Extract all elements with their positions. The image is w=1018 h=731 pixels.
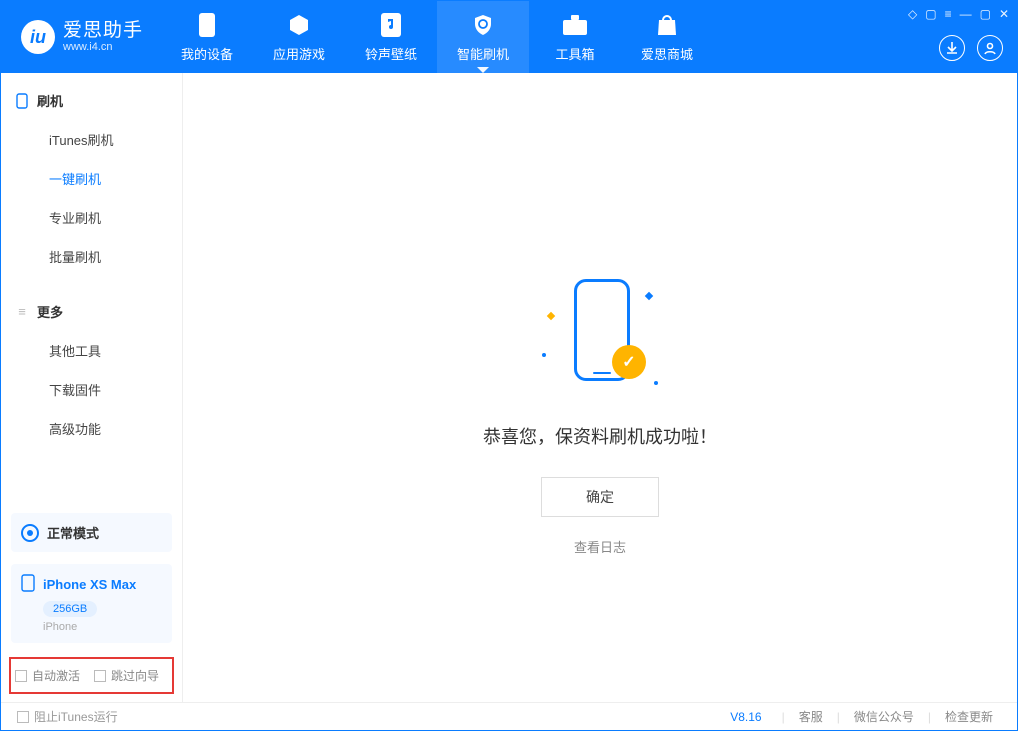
nav-label: 爱思商城 [641,44,693,63]
group-label: 刷机 [37,91,63,110]
shield-refresh-icon [470,12,496,38]
close-icon[interactable]: ✕ [999,7,1009,21]
block-itunes-checkbox[interactable]: 阻止iTunes运行 [17,708,118,725]
top-nav: 我的设备 应用游戏 铃声壁纸 智能刷机 工具箱 爱思商城 [161,1,713,73]
phone-icon [194,12,220,38]
app-logo: iu 爱思助手 www.i4.cn [1,20,161,54]
shirt-icon[interactable]: ◇ [908,7,917,21]
app-header: iu 爱思助手 www.i4.cn 我的设备 应用游戏 铃声壁纸 智能刷机 工具… [1,1,1017,73]
toolbox-icon [562,12,588,38]
device-phone-icon [21,574,35,595]
version-label: V8.16 [730,710,761,724]
nav-label: 工具箱 [556,44,595,63]
nav-label: 铃声壁纸 [365,44,417,63]
checkbox-icon [17,711,29,723]
device-storage-badge: 256GB [43,601,97,617]
window-controls: ◇ ▢ ≡ — ▢ ✕ [908,7,1009,21]
wechat-link[interactable]: 微信公众号 [846,708,922,725]
nav-ringtones[interactable]: 铃声壁纸 [345,1,437,73]
success-illustration: ✓ [540,273,660,393]
checkbox-icon [15,670,27,682]
sidebar-item-oneclick-flash[interactable]: 一键刷机 [1,159,182,198]
bag-icon [654,12,680,38]
nav-smart-flash[interactable]: 智能刷机 [437,1,529,73]
main-content: ✓ 恭喜您，保资料刷机成功啦！ 确定 查看日志 [183,73,1017,702]
user-icon[interactable] [977,35,1003,61]
nav-my-device[interactable]: 我的设备 [161,1,253,73]
nav-label: 应用游戏 [273,44,325,63]
status-bar: 阻止iTunes运行 V8.16 | 客服 | 微信公众号 | 检查更新 [1,702,1017,730]
sidebar-item-other-tools[interactable]: 其他工具 [1,331,182,370]
maximize-icon[interactable]: ▢ [980,7,991,21]
nav-label: 智能刷机 [457,44,509,63]
device-name: iPhone XS Max [43,577,136,592]
checkbox-label: 跳过向导 [111,667,159,684]
mode-indicator-icon [21,524,39,542]
group-label: 更多 [37,302,63,321]
minimize-icon[interactable]: — [960,7,972,21]
ok-button[interactable]: 确定 [541,477,659,517]
check-update-link[interactable]: 检查更新 [937,708,1001,725]
support-link[interactable]: 客服 [791,708,831,725]
sidebar-item-itunes-flash[interactable]: iTunes刷机 [1,120,182,159]
sidebar-item-batch-flash[interactable]: 批量刷机 [1,237,182,276]
view-log-link[interactable]: 查看日志 [574,537,626,556]
nav-apps-games[interactable]: 应用游戏 [253,1,345,73]
logo-subtitle: www.i4.cn [63,41,143,53]
nav-label: 我的设备 [181,44,233,63]
device-type: iPhone [43,621,162,633]
logo-title: 爱思助手 [63,21,143,42]
sidebar-group-flash: 刷机 [1,81,182,120]
music-file-icon [378,12,404,38]
skip-guide-checkbox[interactable]: 跳过向导 [94,667,159,684]
mode-card[interactable]: 正常模式 [11,513,172,552]
sidebar-item-download-firmware[interactable]: 下载固件 [1,370,182,409]
nav-store[interactable]: 爱思商城 [621,1,713,73]
nav-toolbox[interactable]: 工具箱 [529,1,621,73]
checkbox-label: 自动激活 [32,667,80,684]
feedback-icon[interactable]: ▢ [925,7,936,21]
mode-label: 正常模式 [47,523,99,542]
sidebar-group-more: ≡ 更多 [1,292,182,331]
success-message: 恭喜您，保资料刷机成功啦！ [483,423,717,449]
auto-activate-checkbox[interactable]: 自动激活 [15,667,80,684]
sidebar-item-pro-flash[interactable]: 专业刷机 [1,198,182,237]
list-icon: ≡ [15,305,29,319]
options-highlight-box: 自动激活 跳过向导 [9,657,174,694]
success-check-icon: ✓ [612,345,646,379]
sidebar: 刷机 iTunes刷机 一键刷机 专业刷机 批量刷机 ≡ 更多 其他工具 下载固… [1,73,183,702]
checkbox-label: 阻止iTunes运行 [34,708,118,725]
cube-icon [286,12,312,38]
checkbox-icon [94,670,106,682]
device-icon [15,94,29,108]
menu-icon[interactable]: ≡ [945,7,952,21]
sidebar-item-advanced[interactable]: 高级功能 [1,409,182,448]
logo-icon: iu [21,20,55,54]
device-card[interactable]: iPhone XS Max 256GB iPhone [11,564,172,643]
download-icon[interactable] [939,35,965,61]
